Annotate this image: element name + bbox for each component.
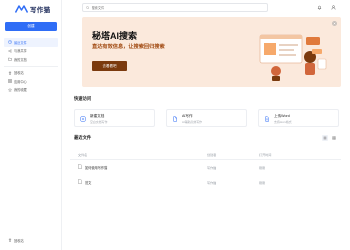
sidebar: 写作猫 创建 最近文件 与我共享 我的文档 回收站 应用中心 我的收藏 回收站 [0, 0, 62, 250]
quick-card-desc: 空白文档写作 [90, 120, 108, 124]
document-icon [78, 179, 82, 184]
trash-icon [7, 70, 12, 75]
table-header-divider [70, 159, 341, 160]
file-creator: 写作猫 [207, 166, 217, 170]
quick-card-desc: 支持docx格式 [274, 120, 292, 124]
quick-card-ai-write[interactable]: AI写作 AI辅助高效写作 [166, 109, 247, 127]
sidebar-item-label: 回收站 [14, 71, 24, 76]
bell-icon [317, 5, 322, 10]
sidebar-item-apps[interactable]: 应用中心 [4, 77, 58, 86]
grid-icon [332, 136, 336, 140]
app-window: 写作猫 创建 最近文件 与我共享 我的文档 回收站 应用中心 我的收藏 回收站 … [0, 0, 350, 250]
file-creator: 写作猫 [207, 181, 217, 185]
column-header-creator[interactable]: 创建者 [207, 152, 216, 157]
document-icon [78, 164, 82, 169]
ai-doc-icon [171, 115, 178, 122]
banner-title: 秘塔AI搜索 [92, 31, 138, 41]
list-icon [323, 136, 327, 140]
sidebar-item-recent[interactable]: 最近文件 [4, 38, 58, 47]
sidebar-item-label: 我的收藏 [14, 88, 27, 93]
notification-button[interactable] [316, 4, 323, 11]
column-header-opened[interactable]: 打开时间 [259, 152, 271, 157]
promo-banner: 秘塔AI搜索 直达有效信息，让搜索回归搜索 去看看吧 [82, 17, 341, 87]
sidebar-item-my-docs[interactable]: 我的文档 [4, 55, 58, 64]
banner-illustration [259, 34, 327, 81]
star-icon [7, 87, 12, 92]
logo-icon [15, 5, 28, 13]
sidebar-item-label: 最近文件 [14, 40, 27, 45]
add-doc-icon [79, 115, 86, 122]
table-row[interactable]: 范文 写作猫 刚刚 [70, 177, 341, 187]
sidebar-bottom: 回收站 [4, 236, 58, 245]
sidebar-nav: 最近文件 与我共享 我的文档 回收站 应用中心 我的收藏 [4, 38, 58, 94]
folder-icon [7, 57, 12, 62]
quick-card-upload-word[interactable]: 上传Word 支持docx格式 [258, 109, 339, 127]
list-view-toggle[interactable] [322, 135, 328, 141]
logo[interactable]: 写作猫 [15, 4, 50, 14]
trash-icon [7, 238, 12, 243]
app-name: 写作猫 [30, 6, 51, 14]
quick-card-desc: AI辅助高效写作 [182, 120, 203, 124]
grid-view-toggle[interactable] [331, 135, 337, 141]
banner-cta-button[interactable]: 去看看吧 [92, 61, 127, 71]
banner-subtitle: 直达有效信息，让搜索回归搜索 [92, 44, 165, 50]
user-icon [331, 5, 336, 10]
quick-access-title: 快速访问 [74, 96, 92, 101]
close-icon [333, 22, 336, 25]
file-opened-time: 刚刚 [259, 181, 266, 185]
sidebar-item-trash[interactable]: 回收站 [4, 69, 58, 78]
table-row[interactable]: 如何使用写作猫 写作猫 刚刚 [70, 162, 341, 172]
apps-icon [7, 79, 12, 84]
recent-files-title: 最近文件 [74, 135, 92, 140]
quick-card-title: 新建文档 [90, 114, 105, 118]
share-icon [7, 48, 12, 53]
nav-divider [4, 65, 58, 67]
user-button[interactable] [330, 4, 337, 11]
sidebar-item-bottom-trash[interactable]: 回收站 [4, 236, 58, 245]
sidebar-item-label: 我的文档 [14, 57, 27, 62]
sidebar-item-favorites[interactable]: 我的收藏 [4, 86, 58, 95]
sidebar-item-label: 回收站 [14, 238, 24, 243]
search-box[interactable] [82, 3, 268, 12]
file-opened-time: 刚刚 [259, 166, 266, 170]
column-header-name[interactable]: 文件名 [78, 152, 87, 157]
search-input[interactable] [91, 5, 252, 10]
create-button[interactable]: 创建 [5, 22, 57, 31]
banner-close-button[interactable] [332, 21, 337, 26]
quick-card-new-doc[interactable]: 新建文档 空白文档写作 [74, 109, 155, 127]
upload-icon [263, 115, 270, 122]
sidebar-item-label: 与我共享 [14, 49, 27, 54]
sidebar-item-label: 应用中心 [14, 79, 27, 84]
quick-card-title: 上传Word [274, 114, 290, 118]
clock-icon [7, 40, 12, 45]
quick-card-title: AI写作 [182, 114, 193, 118]
sidebar-item-shared[interactable]: 与我共享 [4, 47, 58, 56]
file-name: 范文 [85, 181, 92, 185]
file-name: 如何使用写作猫 [85, 166, 108, 170]
search-icon [86, 5, 90, 10]
